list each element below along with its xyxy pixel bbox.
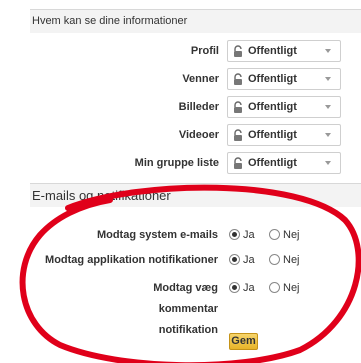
caret-down-icon	[325, 77, 331, 81]
privacy-label: Venner	[182, 73, 219, 85]
privacy-value: Offentligt	[248, 45, 297, 57]
notif-label: Modtag system e-mails	[96, 229, 218, 241]
radio-button-checked[interactable]	[229, 254, 240, 265]
notif-label: Modtag applikation notifikationer	[45, 254, 218, 266]
radio-button-checked[interactable]	[229, 282, 240, 293]
notifications-section-header: E-mails og notifikationer	[30, 183, 361, 207]
unlock-icon	[234, 129, 242, 141]
privacy-select-videoer[interactable]: Offentligt	[227, 124, 341, 146]
radio-button-checked[interactable]	[229, 229, 240, 240]
privacy-row-gruppe-liste: Min gruppe liste Offentligt	[0, 152, 361, 176]
privacy-row-billeder: Billeder Offentligt	[0, 96, 361, 120]
radio-button[interactable]	[269, 229, 280, 240]
caret-down-icon	[325, 49, 331, 53]
radio-ja[interactable]: Ja	[229, 254, 255, 266]
radio-nej[interactable]: Nej	[269, 282, 300, 294]
caret-down-icon	[325, 161, 331, 165]
notifications-section-title: E-mails og notifikationer	[32, 188, 171, 203]
privacy-label: Billeder	[178, 101, 219, 113]
privacy-value: Offentligt	[248, 73, 297, 85]
unlock-icon	[234, 73, 242, 85]
privacy-select-gruppe-liste[interactable]: Offentligt	[227, 152, 341, 174]
unlock-icon	[234, 157, 242, 169]
unlock-icon	[234, 101, 242, 113]
radio-ja[interactable]: Ja	[229, 282, 255, 294]
caret-down-icon	[325, 105, 331, 109]
privacy-select-venner[interactable]: Offentligt	[227, 68, 341, 90]
privacy-label: Profil	[190, 45, 219, 57]
privacy-label: Videoer	[178, 129, 219, 141]
privacy-select-billeder[interactable]: Offentligt	[227, 96, 341, 118]
privacy-row-videoer: Videoer Offentligt	[0, 124, 361, 148]
privacy-value: Offentligt	[248, 129, 297, 141]
save-button[interactable]: Gem	[229, 333, 258, 350]
unlock-icon	[234, 45, 242, 57]
radio-button[interactable]	[269, 282, 280, 293]
privacy-section-header: Hvem kan se dine informationer	[30, 9, 361, 33]
radio-nej[interactable]: Nej	[269, 229, 300, 241]
privacy-row-venner: Venner Offentligt	[0, 68, 361, 92]
radio-ja[interactable]: Ja	[229, 229, 255, 241]
privacy-label: Min gruppe liste	[134, 157, 219, 169]
caret-down-icon	[325, 133, 331, 137]
privacy-value: Offentligt	[248, 101, 297, 113]
settings-panel: Hvem kan se dine informationer Profil Of…	[0, 0, 361, 363]
privacy-value: Offentligt	[248, 157, 297, 169]
privacy-row-profil: Profil Offentligt	[0, 40, 361, 64]
radio-nej[interactable]: Nej	[269, 254, 300, 266]
privacy-section-title: Hvem kan se dine informationer	[32, 15, 188, 27]
radio-button[interactable]	[269, 254, 280, 265]
notif-label: Modtag væg kommentar notifikation	[153, 282, 218, 336]
privacy-select-profil[interactable]: Offentligt	[227, 40, 341, 62]
